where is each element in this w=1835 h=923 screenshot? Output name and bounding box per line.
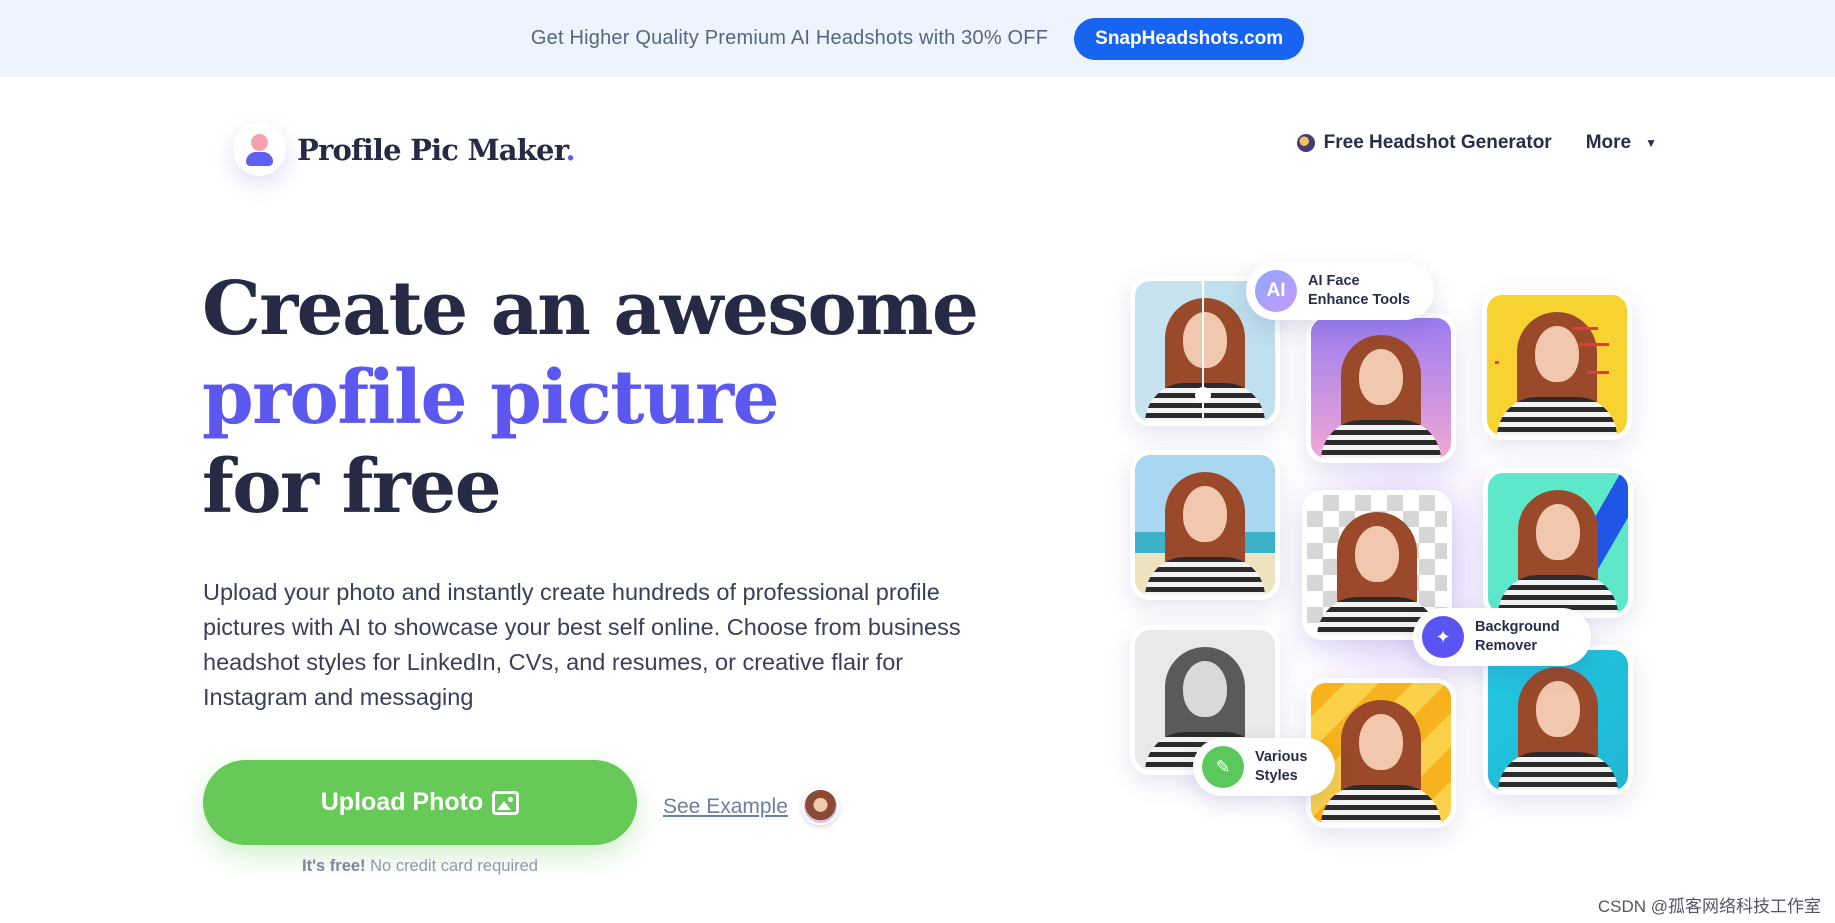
image-icon bbox=[492, 790, 520, 815]
free-note-bold: It's free! bbox=[302, 857, 366, 875]
nav-more-label: More bbox=[1585, 132, 1632, 153]
logo-avatar-icon bbox=[233, 123, 286, 176]
logo-text: Profile Pic Maker. bbox=[297, 132, 576, 167]
compare-handle-icon bbox=[1195, 387, 1211, 403]
hero-title-accent: profile picture bbox=[202, 355, 780, 441]
badge-background-remover: ✦ Background Remover bbox=[1413, 608, 1591, 666]
promo-text: Get Higher Quality Premium AI Headshots … bbox=[530, 27, 1049, 49]
free-note-text: No credit card required bbox=[370, 857, 538, 875]
logo[interactable]: Profile Pic Maker. bbox=[233, 123, 576, 176]
free-note: It's free! No credit card required bbox=[203, 857, 637, 876]
watermark: CSDN @孤客网络科技工作室 bbox=[1597, 897, 1821, 916]
see-example-link[interactable]: See Example bbox=[663, 795, 788, 819]
collage-tile-cyan bbox=[1483, 645, 1633, 795]
hero-title: Create an awesome profile picture for fr… bbox=[202, 265, 979, 532]
magic-wand-icon: ✦ bbox=[1422, 616, 1464, 658]
collage-tile-beach bbox=[1130, 450, 1280, 600]
upload-photo-button[interactable]: Upload Photo bbox=[203, 760, 637, 845]
upload-photo-label: Upload Photo bbox=[320, 788, 484, 816]
collage-tile-teal bbox=[1483, 468, 1633, 618]
nav-more-menu[interactable]: More ▼ bbox=[1586, 132, 1657, 154]
top-nav: Free Headshot Generator More ▼ bbox=[1296, 132, 1657, 154]
hero-title-line3: for free bbox=[202, 444, 502, 530]
see-example: See Example bbox=[663, 788, 839, 825]
profile-collage: AI AI Face Enhance Tools ✦ Background Re… bbox=[1120, 258, 1650, 838]
snapheadshots-button[interactable]: SnapHeadshots.com bbox=[1074, 17, 1305, 60]
nav-headshot-label: Free Headshot Generator bbox=[1323, 132, 1552, 153]
brush-icon: ✎ bbox=[1202, 746, 1244, 788]
collage-tile-yellow bbox=[1482, 290, 1632, 440]
nav-free-headshot-generator[interactable]: Free Headshot Generator bbox=[1296, 132, 1552, 154]
badge-various-styles: ✎ Various Styles bbox=[1193, 738, 1335, 796]
badge-styles-label: Various Styles bbox=[1255, 749, 1308, 784]
chevron-down-icon: ▼ bbox=[1645, 136, 1657, 150]
badge-ai-label: AI Face Enhance Tools bbox=[1308, 273, 1411, 308]
hero-description: Upload your photo and instantly create h… bbox=[203, 579, 961, 710]
promo-bar: Get Higher Quality Premium AI Headshots … bbox=[0, 0, 1835, 77]
badge-bg-label: Background Remover bbox=[1475, 619, 1560, 654]
badge-ai-face-enhance: AI AI Face Enhance Tools bbox=[1246, 262, 1434, 320]
hero-title-line1: Create an awesome bbox=[202, 266, 979, 352]
ai-icon: AI bbox=[1255, 270, 1297, 312]
example-avatar[interactable] bbox=[801, 788, 839, 825]
collage-tile-gradient bbox=[1306, 313, 1456, 463]
headshot-generator-icon bbox=[1296, 134, 1315, 152]
